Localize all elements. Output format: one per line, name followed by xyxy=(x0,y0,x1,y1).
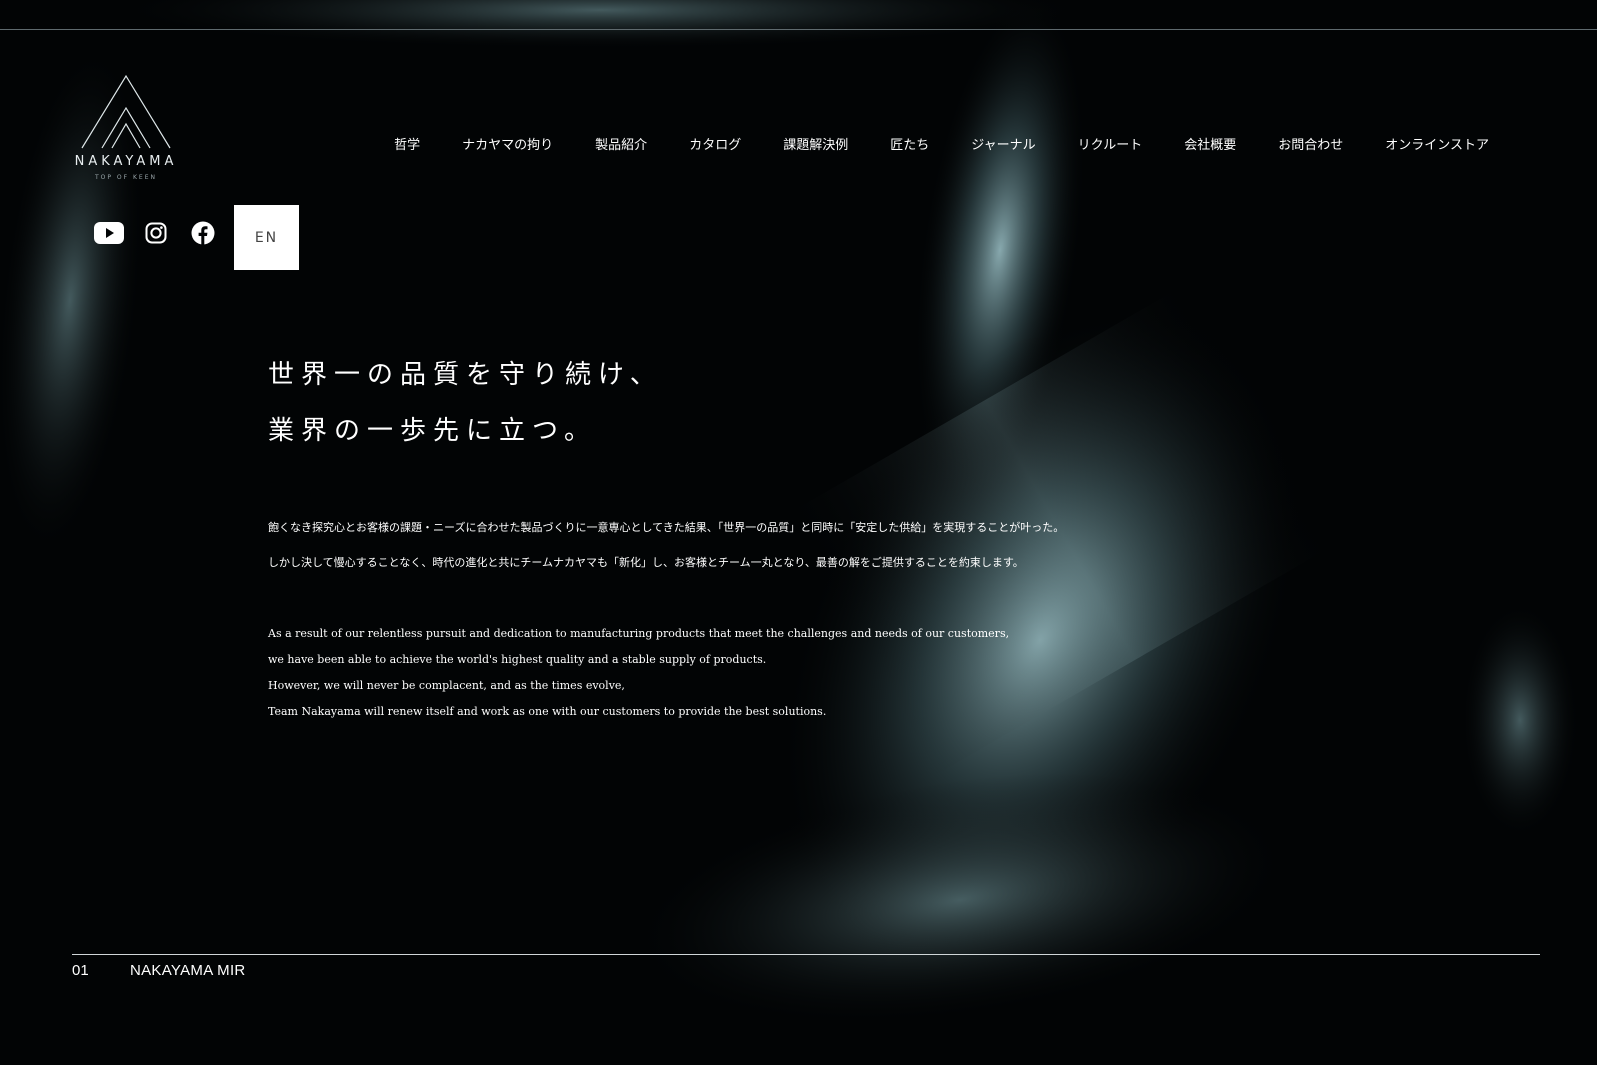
english-description: As a result of our relentless pursuit an… xyxy=(268,621,1009,725)
logo-wordmark: NAKAYAMA xyxy=(74,154,178,169)
nav-contact[interactable]: お問合わせ xyxy=(1278,134,1343,153)
top-divider xyxy=(0,29,1597,30)
japanese-description: 飽くなき探究心とお客様の課題・ニーズに合わせた製品づくりに一意専心としてきた結果… xyxy=(268,520,1064,590)
jp-paragraph-2: しかし決して慢心することなく、時代の進化と共にチームナカヤマも「新化」し、お客様… xyxy=(268,556,1024,569)
hero-line-2: 業界の一歩先に立つ。 xyxy=(268,416,597,446)
nav-commitment[interactable]: ナカヤマの拘り xyxy=(462,134,553,153)
nav-online-store[interactable]: オンラインストア xyxy=(1385,134,1489,153)
hero-line-1: 世界一の品質を守り続け、 xyxy=(268,360,663,390)
nav-recruit[interactable]: リクルート xyxy=(1078,134,1143,153)
nav-company[interactable]: 会社概要 xyxy=(1184,134,1236,153)
en-line-1: As a result of our relentless pursuit an… xyxy=(268,627,1010,640)
language-toggle-button[interactable]: EN xyxy=(234,205,299,270)
nav-products[interactable]: 製品紹介 xyxy=(595,134,647,153)
social-links xyxy=(94,220,235,246)
instagram-icon[interactable] xyxy=(141,220,171,246)
en-line-4: Team Nakayama will renew itself and work… xyxy=(268,705,827,718)
nav-philosophy[interactable]: 哲学 xyxy=(394,134,420,153)
logo-tagline: TOP OF KEEN xyxy=(95,174,157,181)
youtube-icon[interactable] xyxy=(94,220,124,246)
logo-mark-icon xyxy=(81,74,171,149)
slide-progress-divider xyxy=(72,954,1540,955)
jp-paragraph-1: 飽くなき探究心とお客様の課題・ニーズに合わせた製品づくりに一意専心としてきた結果… xyxy=(268,521,1065,534)
en-line-3: However, we will never be complacent, an… xyxy=(268,679,625,692)
facebook-icon[interactable] xyxy=(188,220,218,246)
nav-case-studies[interactable]: 課題解決例 xyxy=(783,134,848,153)
slide-number: 01 xyxy=(72,962,89,979)
nav-craftsmen[interactable]: 匠たち xyxy=(890,134,929,153)
nav-journal[interactable]: ジャーナル xyxy=(971,134,1035,153)
en-line-2: we have been able to achieve the world's… xyxy=(268,653,767,666)
brand-logo[interactable]: NAKAYAMA TOP OF KEEN xyxy=(68,74,184,198)
nav-catalog[interactable]: カタログ xyxy=(689,134,741,153)
main-nav: 哲学 ナカヤマの拘り 製品紹介 カタログ 課題解決例 匠たち ジャーナル リクル… xyxy=(394,134,1489,153)
slide-title: NAKAYAMA MIR xyxy=(130,962,246,979)
hero-headline: 世界一の品質を守り続け、 業界の一歩先に立つ。 xyxy=(268,347,663,459)
